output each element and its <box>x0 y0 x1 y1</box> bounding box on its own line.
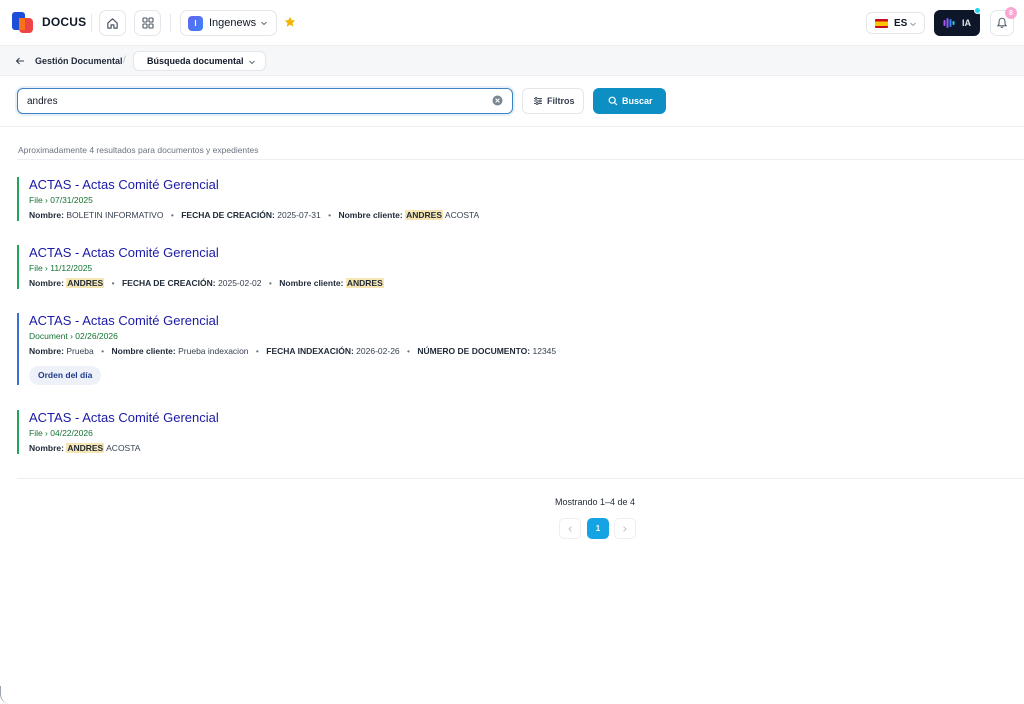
chevron-down-icon <box>910 22 916 27</box>
search-term-highlight: ANDRES <box>345 278 384 288</box>
divider <box>170 14 171 32</box>
meta-label: FECHA DE CREACIÓN: <box>121 278 216 288</box>
filter-sliders-icon <box>534 97 542 105</box>
search-icon <box>608 96 618 106</box>
docus-logo-icon[interactable] <box>12 12 34 34</box>
breadcrumb-root-link[interactable]: Gestión Documental <box>35 56 123 66</box>
result-item: ACTAS - Actas Comité Gerencial File › 04… <box>17 410 219 454</box>
workspace-avatar: I <box>188 15 203 31</box>
clear-search-icon[interactable] <box>492 95 503 106</box>
ai-assistant-button[interactable]: IA <box>934 10 980 36</box>
filters-label: Filtros <box>547 96 575 106</box>
result-title-link[interactable]: ACTAS - Actas Comité Gerencial <box>29 245 384 261</box>
meta-value: ACOSTA <box>444 210 480 220</box>
breadcrumb-separator: / <box>123 55 126 66</box>
brand-name: DOCUS <box>42 15 87 29</box>
result-item: ACTAS - Actas Comité Gerencial Document … <box>17 313 556 385</box>
page-button[interactable]: 1 <box>587 518 609 539</box>
language-selector[interactable]: ES <box>866 12 925 34</box>
result-metadata: Nombre: ANDRES ACOSTA <box>29 443 219 454</box>
result-metadata: Nombre: BOLETIN INFORMATIVO • FECHA DE C… <box>29 210 479 221</box>
divider <box>91 14 92 32</box>
workspace-name: Ingenews <box>209 17 257 29</box>
grid-icon <box>141 17 154 29</box>
result-path: File › 11/12/2025 <box>29 263 93 273</box>
search-button[interactable]: Buscar <box>593 88 666 114</box>
meta-value: 2026-02-26 <box>356 346 400 356</box>
meta-separator-dot: • <box>170 210 174 220</box>
breadcrumb: Gestión Documental / Búsqueda documental <box>0 46 1024 76</box>
meta-value: Prueba <box>66 346 94 356</box>
apps-grid-button[interactable] <box>134 10 161 36</box>
chevron-left-icon <box>568 525 572 532</box>
result-path: Document › 02/26/2026 <box>29 331 118 341</box>
search-term-highlight: ANDRES <box>66 278 105 288</box>
meta-separator-dot: • <box>111 278 115 288</box>
meta-value: Prueba indexacion <box>178 346 249 356</box>
home-icon <box>107 17 118 29</box>
search-input[interactable] <box>17 88 513 114</box>
meta-label: FECHA INDEXACIÓN: <box>266 346 354 356</box>
meta-separator-dot: • <box>407 346 411 356</box>
meta-label: Nombre cliente: <box>111 346 176 356</box>
result-metadata: Nombre: ANDRES • FECHA DE CREACIÓN: 2025… <box>29 278 384 289</box>
meta-value: BOLETIN INFORMATIVO <box>66 210 164 220</box>
divider <box>17 159 1024 160</box>
meta-separator-dot: • <box>255 346 259 356</box>
meta-separator-dot: • <box>101 346 105 356</box>
result-title-link[interactable]: ACTAS - Actas Comité Gerencial <box>29 313 556 329</box>
bell-icon <box>996 17 1008 28</box>
ai-label: IA <box>962 18 971 28</box>
next-page-button[interactable] <box>614 518 636 539</box>
meta-label: Nombre cliente: <box>338 210 403 220</box>
search-button-label: Buscar <box>622 96 653 106</box>
language-code: ES <box>894 17 908 29</box>
prev-page-button[interactable] <box>559 518 581 539</box>
result-title-link[interactable]: ACTAS - Actas Comité Gerencial <box>29 410 219 426</box>
result-path: File › 07/31/2025 <box>29 195 93 205</box>
top-bar: DOCUS I Ingenews ES IA 8 <box>0 0 1024 46</box>
search-section: Filtros Buscar <box>0 77 1024 127</box>
chevron-right-icon <box>623 525 627 532</box>
meta-separator-dot: • <box>268 278 272 288</box>
workspace-selector[interactable]: I Ingenews <box>180 10 277 36</box>
result-item: ACTAS - Actas Comité Gerencial File › 11… <box>17 245 384 289</box>
meta-label: Nombre: <box>29 210 64 220</box>
spain-flag-icon <box>875 18 888 28</box>
meta-label: Nombre: <box>29 443 64 453</box>
meta-value: 2025-07-31 <box>277 210 321 220</box>
filters-button[interactable]: Filtros <box>522 88 584 114</box>
favorite-star-icon[interactable] <box>284 16 296 28</box>
result-metadata: Nombre: Prueba • Nombre cliente: Prueba … <box>29 346 556 357</box>
result-item: ACTAS - Actas Comité Gerencial File › 07… <box>17 177 479 221</box>
chevron-down-icon <box>249 60 255 65</box>
meta-value: 12345 <box>532 346 557 356</box>
search-term-highlight: ANDRES <box>405 210 443 220</box>
meta-label: FECHA DE CREACIÓN: <box>181 210 275 220</box>
result-path: File › 04/22/2026 <box>29 428 93 438</box>
result-title-link[interactable]: ACTAS - Actas Comité Gerencial <box>29 177 479 193</box>
ai-status-dot <box>974 7 981 14</box>
search-term-highlight: ANDRES <box>66 443 105 453</box>
meta-label: Nombre: <box>29 278 64 288</box>
chevron-down-icon <box>261 21 267 26</box>
meta-value: 2025-02-02 <box>218 278 262 288</box>
meta-label: NÚMERO DE DOCUMENTO: <box>417 346 531 356</box>
meta-label: Nombre: <box>29 346 64 356</box>
results-summary: Aproximadamente 4 resultados para docume… <box>18 145 259 155</box>
back-arrow-icon[interactable] <box>15 56 25 66</box>
pagination-summary: Mostrando 1–4 de 4 <box>555 497 636 507</box>
window-corner <box>0 686 10 704</box>
result-tag-chip[interactable]: Orden del día <box>29 366 102 385</box>
meta-separator-dot: • <box>328 210 332 220</box>
meta-value: ACOSTA <box>106 443 141 453</box>
breadcrumb-current-dropdown[interactable]: Búsqueda documental <box>133 51 266 71</box>
ai-waveform-icon <box>943 18 955 28</box>
breadcrumb-current-label: Búsqueda documental <box>147 56 244 66</box>
meta-label: Nombre cliente: <box>279 278 344 288</box>
home-button[interactable] <box>99 10 126 36</box>
divider <box>17 478 1024 479</box>
notification-count-badge: 8 <box>1005 7 1017 19</box>
